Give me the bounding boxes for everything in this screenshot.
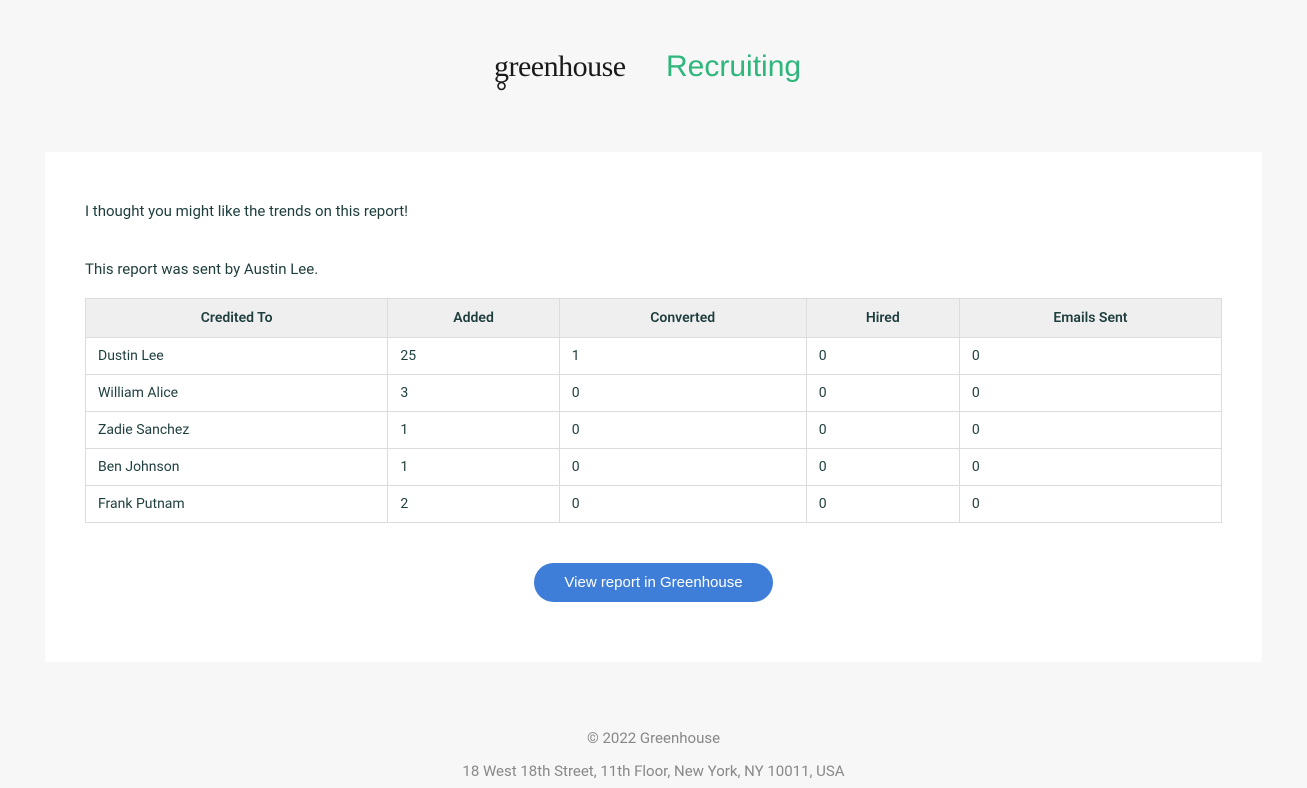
header-hired: Hired (806, 299, 959, 338)
svg-text:greenhouse: greenhouse (494, 50, 626, 83)
greenhouse-logo: greenhouse Recruiting (494, 50, 814, 92)
intro-text: I thought you might like the trends on t… (85, 202, 1222, 220)
table-row: William Alice 3 0 0 0 (86, 375, 1222, 412)
footer: © 2022 Greenhouse 18 West 18th Street, 1… (0, 722, 1307, 788)
cell-credited-to: Ben Johnson (86, 449, 388, 486)
cell-hired: 0 (806, 449, 959, 486)
cell-converted: 0 (559, 375, 806, 412)
cell-added: 3 (388, 375, 559, 412)
cell-converted: 0 (559, 412, 806, 449)
cell-added: 2 (388, 486, 559, 523)
cell-emails-sent: 0 (959, 338, 1221, 375)
cell-emails-sent: 0 (959, 486, 1221, 523)
cell-hired: 0 (806, 412, 959, 449)
sent-by-text: This report was sent by Austin Lee. (85, 260, 1222, 278)
cell-converted: 0 (559, 486, 806, 523)
report-card: I thought you might like the trends on t… (45, 152, 1262, 662)
report-table: Credited To Added Converted Hired Emails… (85, 298, 1222, 523)
svg-text:Recruiting: Recruiting (666, 50, 801, 83)
table-header-row: Credited To Added Converted Hired Emails… (86, 299, 1222, 338)
button-container: View report in Greenhouse (85, 563, 1222, 602)
view-report-button[interactable]: View report in Greenhouse (534, 563, 772, 602)
cell-added: 1 (388, 449, 559, 486)
cell-hired: 0 (806, 375, 959, 412)
header-emails-sent: Emails Sent (959, 299, 1221, 338)
cell-emails-sent: 0 (959, 412, 1221, 449)
cell-hired: 0 (806, 486, 959, 523)
cell-emails-sent: 0 (959, 449, 1221, 486)
table-row: Dustin Lee 25 1 0 0 (86, 338, 1222, 375)
cell-converted: 1 (559, 338, 806, 375)
cell-added: 25 (388, 338, 559, 375)
cell-credited-to: Zadie Sanchez (86, 412, 388, 449)
cell-credited-to: William Alice (86, 375, 388, 412)
cell-credited-to: Frank Putnam (86, 486, 388, 523)
header-added: Added (388, 299, 559, 338)
logo-container: greenhouse Recruiting (0, 50, 1307, 92)
cell-converted: 0 (559, 449, 806, 486)
footer-copyright: © 2022 Greenhouse (0, 722, 1307, 755)
table-row: Ben Johnson 1 0 0 0 (86, 449, 1222, 486)
header-converted: Converted (559, 299, 806, 338)
table-row: Zadie Sanchez 1 0 0 0 (86, 412, 1222, 449)
cell-emails-sent: 0 (959, 375, 1221, 412)
cell-added: 1 (388, 412, 559, 449)
footer-address: 18 West 18th Street, 11th Floor, New Yor… (0, 755, 1307, 788)
cell-hired: 0 (806, 338, 959, 375)
header-credited-to: Credited To (86, 299, 388, 338)
table-row: Frank Putnam 2 0 0 0 (86, 486, 1222, 523)
cell-credited-to: Dustin Lee (86, 338, 388, 375)
